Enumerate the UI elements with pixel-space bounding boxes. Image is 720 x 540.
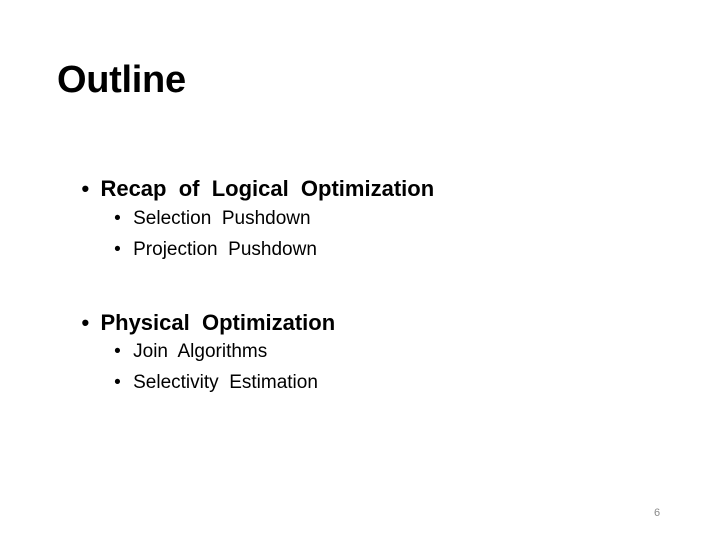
slide-title: Outline [57,59,186,101]
bullet-icon: • [114,372,121,393]
list-item: • Selectivity Estimation [93,347,318,419]
list-item: • Projection Pushdown [93,214,317,286]
list-item-label: Selectivity Estimation [133,372,318,393]
bullet-icon: • [114,239,121,260]
page-number: 6 [654,507,661,519]
list-item-label: Projection Pushdown [133,239,317,260]
